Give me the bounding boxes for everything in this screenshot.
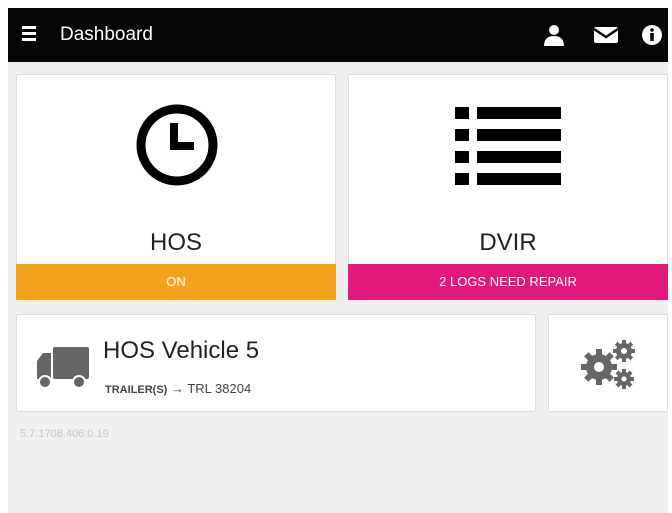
version-text: 5.7.1708.406:0.19 xyxy=(20,428,109,440)
info-icon[interactable] xyxy=(638,21,666,49)
page-title: Dashboard xyxy=(60,24,153,45)
trailer-info: TRAILER(S) → TRL 38204 xyxy=(105,381,251,396)
trailer-value: TRL 38204 xyxy=(187,381,252,396)
vehicle-tile[interactable]: HOS Vehicle 5 TRAILER(S) → TRL 38204 xyxy=(16,314,536,412)
user-icon[interactable] xyxy=(540,21,568,49)
envelope-icon[interactable] xyxy=(592,21,620,49)
vehicle-name: HOS Vehicle 5 xyxy=(103,337,260,364)
dvir-tile[interactable]: DVIR 2 LOGS NEED REPAIR xyxy=(348,74,668,300)
hos-tile[interactable]: HOS ON xyxy=(16,74,336,300)
trailer-label: TRAILER(S) xyxy=(105,384,168,396)
top-bar: Dashboard xyxy=(8,8,668,62)
hos-status-bar: ON xyxy=(16,264,336,300)
hos-label: HOS xyxy=(149,229,202,256)
dvir-status-bar: 2 LOGS NEED REPAIR xyxy=(348,264,668,300)
dvir-label: DVIR xyxy=(479,229,537,256)
list-icon xyxy=(453,105,563,196)
trailer-arrow: → xyxy=(170,381,184,396)
app-frame: Dashboard HOS ON DVIR 2 LOGS NEED REPAIR… xyxy=(8,8,668,513)
gears-icon xyxy=(579,337,639,396)
settings-tile[interactable] xyxy=(548,314,668,412)
hamburger-menu-icon[interactable] xyxy=(18,26,44,50)
truck-icon xyxy=(35,345,91,394)
clock-icon xyxy=(133,101,221,194)
